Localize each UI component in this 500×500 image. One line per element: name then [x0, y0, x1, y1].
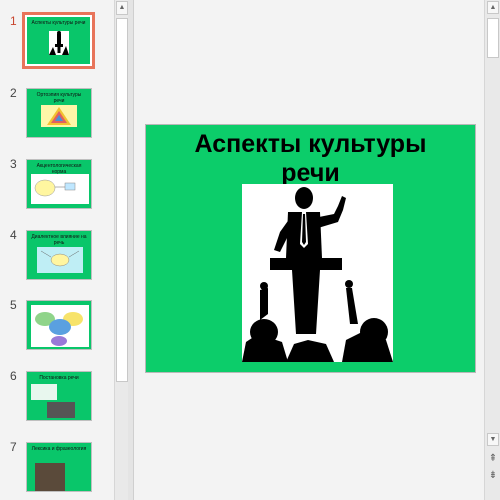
current-slide[interactable]: Аспекты культуры речи: [145, 124, 476, 373]
thumbnail-slide-5[interactable]: [26, 300, 92, 350]
scroll-up-icon[interactable]: ▲: [487, 1, 499, 14]
presentation-editor-window: 1 Аспекты культуры речи 2 Ортоэпия культ…: [0, 0, 500, 500]
speaker-silhouette-icon: [242, 187, 393, 362]
thumbnail-row-1[interactable]: 1 Аспекты культуры речи: [0, 12, 114, 74]
diagram-icon: [37, 247, 83, 273]
text-block-icon: [31, 384, 57, 400]
thumbnail-number: 4: [10, 228, 17, 242]
thumbnail-slide-7[interactable]: Лексика и фразеология: [26, 442, 92, 492]
previous-slide-icon[interactable]: ⇞: [487, 453, 499, 466]
slide-editor-area: Аспекты культуры речи: [134, 0, 484, 500]
bubble-diagram-icon: [31, 305, 89, 347]
pyramid-diagram-icon: [41, 105, 77, 127]
thumbnail-slide-2[interactable]: Ортоэпия культуры речи: [26, 88, 92, 138]
editor-scroll-thumb[interactable]: [487, 18, 499, 58]
thumbnail-number: 3: [10, 157, 17, 171]
thumbnail-number: 2: [10, 86, 17, 100]
thumbnails-scroll-thumb[interactable]: [116, 18, 128, 382]
thumbnail-row-5[interactable]: 5: [0, 298, 114, 358]
thumbnail-number: 7: [10, 440, 17, 454]
slide-title-line-1: Аспекты культуры: [194, 130, 427, 158]
thumbnail-title: Постановка речи: [39, 375, 79, 381]
thumbnail-number: 5: [10, 298, 17, 312]
thumbnails-scrollbar[interactable]: ▲: [114, 0, 128, 500]
speaker-image-icon: [49, 31, 69, 55]
next-slide-icon[interactable]: ⇟: [487, 470, 499, 483]
photo-icon: [35, 463, 65, 491]
thumbnail-slide-3[interactable]: Акцентологическая норма: [26, 159, 92, 209]
thumbnail-row-6[interactable]: 6 Постановка речи: [0, 369, 114, 429]
photo-icon: [47, 402, 75, 418]
thumbnail-slide-4[interactable]: Диалектное влияние на речь: [26, 230, 92, 280]
thumbnail-title: Лексика и фразеология: [31, 446, 87, 452]
thumbnail-slide-6[interactable]: Постановка речи: [26, 371, 92, 421]
thumbnail-number: 6: [10, 369, 17, 383]
thumbnail-number: 1: [10, 14, 17, 28]
thumbnail-slide-1[interactable]: Аспекты культуры речи: [22, 12, 95, 69]
scroll-down-icon[interactable]: ▼: [487, 433, 499, 446]
thumbnail-row-7[interactable]: 7 Лексика и фразеология: [0, 440, 114, 500]
editor-scrollbar[interactable]: ▲ ▼ ⇞ ⇟: [484, 0, 500, 500]
thumbnail-row-3[interactable]: 3 Акцентологическая норма: [0, 157, 114, 217]
thumbnail-title: Аспекты культуры речи: [31, 20, 86, 26]
thumbnail-title: Диалектное влияние на речь: [31, 234, 87, 246]
thumbnail-title: Ортоэпия культуры речи: [36, 92, 82, 104]
scroll-up-icon[interactable]: ▲: [116, 1, 128, 15]
thumbnail-row-4[interactable]: 4 Диалектное влияние на речь: [0, 228, 114, 288]
slide-thumbnails-panel: 1 Аспекты культуры речи 2 Ортоэпия культ…: [0, 0, 114, 500]
thumbnail-row-2[interactable]: 2 Ортоэпия культуры речи: [0, 86, 114, 146]
speaker-silhouette-image[interactable]: [242, 184, 393, 362]
diagram-icon: [31, 174, 89, 204]
slide-title[interactable]: Аспекты культуры речи: [146, 130, 475, 188]
